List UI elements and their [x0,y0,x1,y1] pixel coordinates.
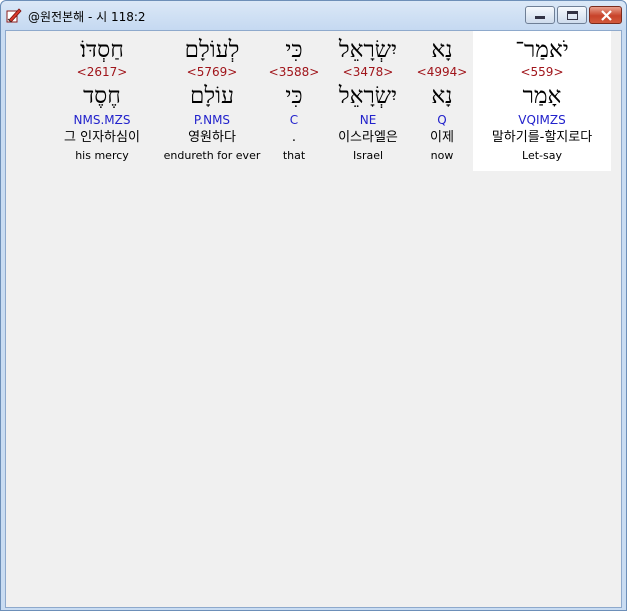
close-icon [601,10,612,21]
korean-gloss: . [291,130,297,145]
hebrew-lemma: כִּי [285,83,303,109]
korean-gloss: 영원하다 [188,130,236,145]
hebrew-word: כִּי [285,37,303,63]
bible-app-icon [6,8,22,23]
hebrew-lemma: נָא [431,83,453,109]
korean-gloss: 말하기를-할지로다 [491,130,593,145]
hebrew-lemma: עוֹלָם [189,83,234,109]
maximize-icon [567,11,578,20]
strong-number[interactable]: <559> [473,65,611,79]
korean-gloss: 이스라엘은 [338,130,398,145]
english-gloss: Israel [352,149,384,162]
hebrew-lemma: אָמַר [522,83,562,109]
hebrew-word: יִשְׂרָאֵל [338,37,398,63]
english-gloss: that [282,149,306,162]
word-column[interactable]: לְעוֹלָם <5769> עוֹלָם P.NMS 영원하다 endure… [161,31,263,171]
word-column[interactable]: נָא <4994> נָא Q 이제 now [414,31,470,171]
korean-gloss: 그 인자하심이 [64,130,140,145]
word-column[interactable]: חַסְדּוֹ׃ <2617> חֶסֶד NMS.MZS 그 인자하심이 h… [50,31,154,171]
hebrew-lemma: חֶסֶד [83,83,121,109]
word-column-selected[interactable]: יֹאמַר־ <559> אָמַר VQIMZS 말하기를-할지로다 Let… [473,31,611,171]
morphology-code: C [289,113,299,127]
window-title: @원전본해 - 시 118:2 [28,10,146,24]
interlinear-panel: חַסְדּוֹ׃ <2617> חֶסֶד NMS.MZS 그 인자하심이 h… [5,30,622,608]
strong-number[interactable]: <3478> [325,65,411,79]
strong-number[interactable]: <2617> [50,65,154,79]
hebrew-word: נָא [431,37,453,63]
hebrew-lemma: יִשְׂרָאֵל [338,83,398,109]
word-column[interactable]: יִשְׂרָאֵל <3478> יִשְׂרָאֵל NE 이스라엘은 Is… [325,31,411,171]
hebrew-word: יֹאמַר־ [515,37,569,63]
english-gloss: Let-say [522,149,562,162]
minimize-icon [535,16,545,19]
app-window: @원전본해 - 시 118:2 חַסְדּוֹ׃ <2617> חֶסֶד N… [0,0,627,611]
word-column[interactable]: כִּי <3588> כִּי C . that [268,31,320,171]
english-gloss: now [430,149,454,162]
strong-number[interactable]: <5769> [161,65,263,79]
english-gloss: endureth for ever [163,149,261,162]
morphology-code: VQIMZS [518,113,566,127]
title-bar[interactable]: @원전본해 - 시 118:2 [1,1,626,30]
morphology-code: NE [359,113,377,127]
strong-number[interactable]: <4994> [414,65,470,79]
hebrew-word: לְעוֹלָם [184,37,240,63]
minimize-button[interactable] [525,6,555,24]
maximize-button[interactable] [557,6,587,24]
english-gloss: his mercy [75,149,129,162]
korean-gloss: 이제 [430,130,454,145]
strong-number[interactable]: <3588> [268,65,320,79]
morphology-code: Q [437,113,447,127]
morphology-code: NMS.MZS [73,113,131,127]
hebrew-word: חַסְדּוֹ׃ [80,37,124,63]
morphology-code: P.NMS [193,113,231,127]
close-button[interactable] [589,6,622,24]
